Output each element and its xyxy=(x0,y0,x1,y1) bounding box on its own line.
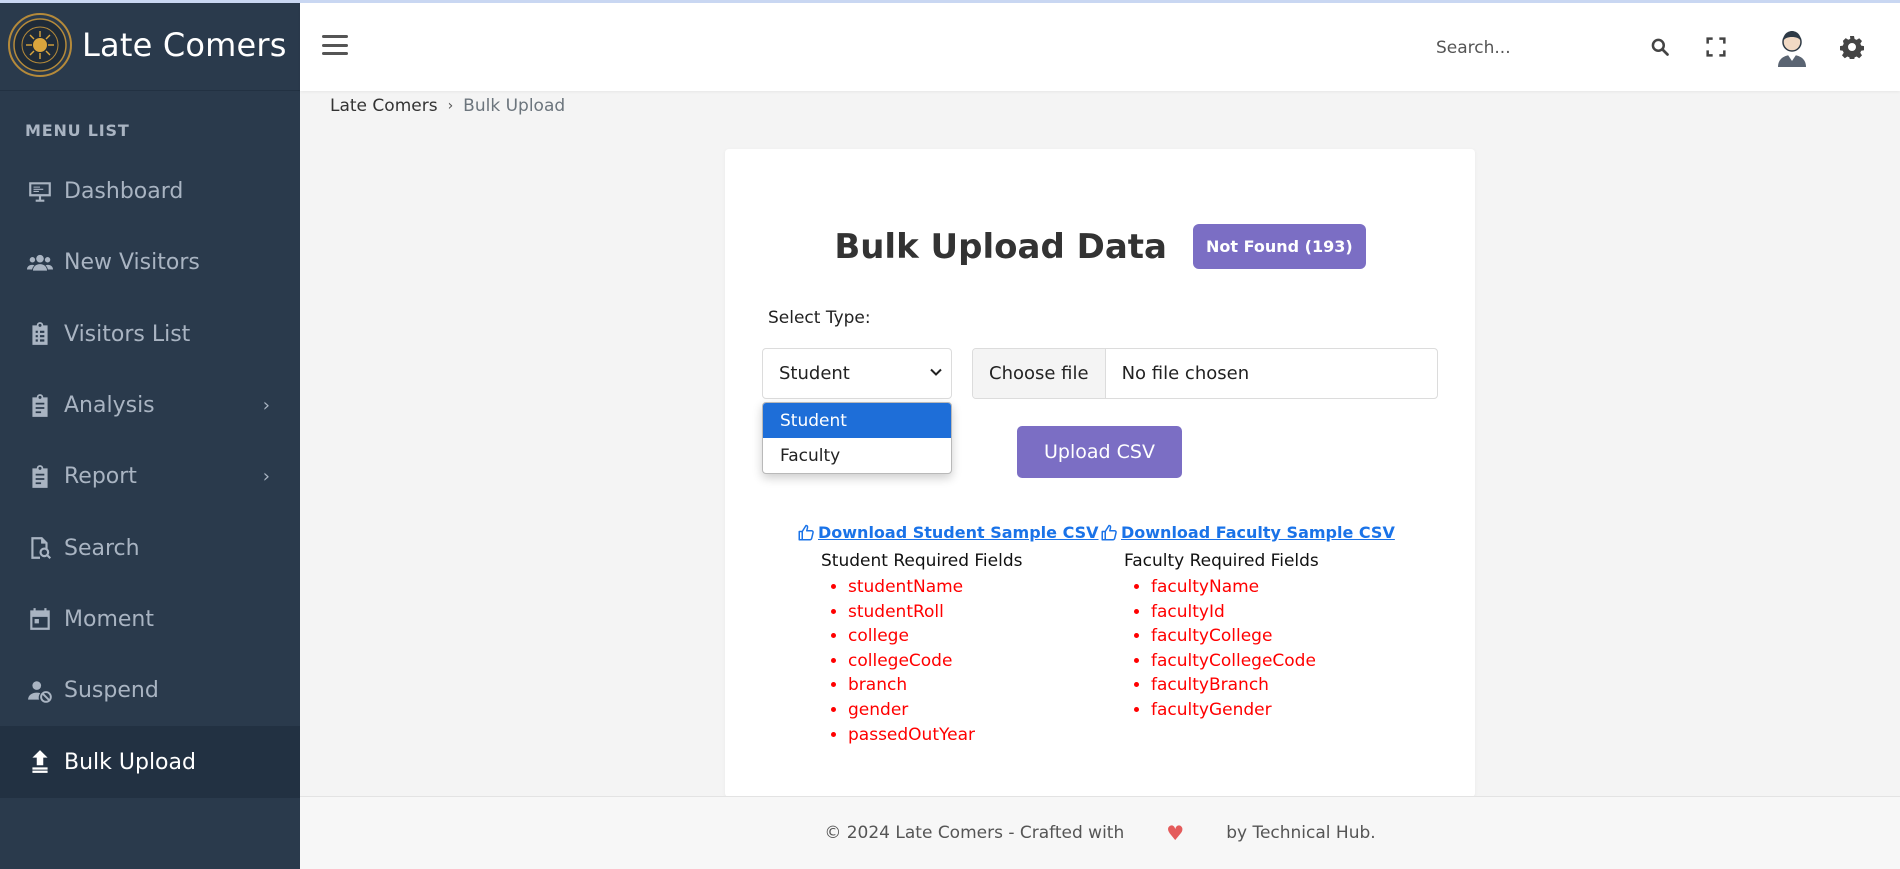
breadcrumb-root[interactable]: Late Comers xyxy=(330,96,438,116)
brand-name: Late Comers xyxy=(82,26,287,64)
user-slash-icon xyxy=(25,676,55,706)
sidebar-item-label: Moment xyxy=(64,606,154,632)
user-avatar[interactable] xyxy=(1772,27,1812,67)
heart-icon: ♥ xyxy=(1166,821,1185,845)
chevron-right-icon: › xyxy=(262,466,270,488)
download-faculty-sample-text: Download Faculty Sample CSV xyxy=(1121,523,1395,542)
sidebar-item-label: Visitors List xyxy=(64,321,191,347)
faculty-required-list: facultyName facultyId facultyCollege fac… xyxy=(1151,575,1395,723)
list-item: gender xyxy=(848,698,1099,723)
upload-csv-button[interactable]: Upload CSV xyxy=(1017,426,1182,478)
clipboard-icon xyxy=(25,462,55,492)
list-item: studentName xyxy=(848,575,1099,600)
page-title: Bulk Upload Data xyxy=(834,226,1167,267)
menu-list-label: MENU LIST xyxy=(25,121,130,140)
sidebar-item-moment[interactable]: Moment xyxy=(0,584,300,655)
list-item: branch xyxy=(848,673,1099,698)
file-input[interactable]: Choose file No file chosen xyxy=(972,348,1438,399)
hamburger-menu-icon[interactable] xyxy=(322,35,348,55)
list-item: facultyGender xyxy=(1151,698,1395,723)
chevron-right-icon: › xyxy=(262,395,270,417)
list-item: college xyxy=(848,624,1099,649)
list-item: facultyCollege xyxy=(1151,624,1395,649)
dropdown-option-student[interactable]: Student xyxy=(763,403,951,438)
top-header xyxy=(300,3,1900,91)
search-input[interactable] xyxy=(1420,38,1640,58)
sidebar-menu: Dashboard New Visitors Visitors List Ana… xyxy=(0,156,300,798)
download-student-sample-link[interactable]: Download Student Sample CSV xyxy=(797,523,1099,542)
bulk-upload-card: Bulk Upload Data Not Found (193) Select … xyxy=(725,149,1475,797)
sidebar-item-label: Suspend xyxy=(64,678,159,704)
footer-copyright: © 2024 Late Comers - Crafted with xyxy=(824,823,1125,843)
list-item: collegeCode xyxy=(848,649,1099,674)
student-required-list: studentName studentRoll college collegeC… xyxy=(848,575,1099,747)
breadcrumb: Late Comers › Bulk Upload xyxy=(330,96,565,116)
gear-icon[interactable] xyxy=(1840,35,1864,59)
type-dropdown-list: Student Faculty xyxy=(762,402,952,474)
thumbs-up-icon xyxy=(1101,524,1117,540)
student-sample-section: Download Student Sample CSV Student Requ… xyxy=(797,523,1099,747)
title-row: Bulk Upload Data Not Found (193) xyxy=(725,224,1475,269)
calendar-icon xyxy=(25,604,55,634)
footer: © 2024 Late Comers - Crafted with ♥ by T… xyxy=(300,796,1900,869)
sidebar-item-search[interactable]: Search xyxy=(0,512,300,583)
top-accent-line xyxy=(0,0,1900,3)
choose-file-button[interactable]: Choose file xyxy=(973,349,1106,398)
list-item: studentRoll xyxy=(848,600,1099,625)
faculty-sample-section: Download Faculty Sample CSV Faculty Requ… xyxy=(1100,523,1395,723)
clipboard-list-icon xyxy=(25,319,55,349)
sidebar-item-label: Dashboard xyxy=(64,179,184,205)
users-icon xyxy=(25,248,55,278)
list-item: facultyName xyxy=(1151,575,1395,600)
sidebar-item-analysis[interactable]: Analysis › xyxy=(0,370,300,441)
list-item: facultyBranch xyxy=(1151,673,1395,698)
select-type-label: Select Type: xyxy=(768,308,871,328)
type-select-value: Student xyxy=(779,363,850,384)
sidebar-item-visitors-list[interactable]: Visitors List xyxy=(0,299,300,370)
list-item: facultyCollegeCode xyxy=(1151,649,1395,674)
search-icon[interactable] xyxy=(1650,37,1670,57)
list-item: facultyId xyxy=(1151,600,1395,625)
clipboard-icon xyxy=(25,391,55,421)
brand[interactable]: Late Comers xyxy=(0,0,300,91)
sidebar-item-label: Bulk Upload xyxy=(64,749,196,775)
footer-credit: by Technical Hub. xyxy=(1226,823,1376,843)
download-student-sample-text: Download Student Sample CSV xyxy=(818,523,1099,542)
sidebar-item-label: Report xyxy=(64,464,137,490)
sidebar-item-suspend[interactable]: Suspend xyxy=(0,655,300,726)
breadcrumb-current: Bulk Upload xyxy=(463,96,566,116)
sidebar-item-new-visitors[interactable]: New Visitors xyxy=(0,227,300,298)
sidebar-item-report[interactable]: Report › xyxy=(0,441,300,512)
not-found-badge[interactable]: Not Found (193) xyxy=(1192,224,1366,269)
sidebar-item-dashboard[interactable]: Dashboard xyxy=(0,156,300,227)
sidebar-item-label: Analysis xyxy=(64,393,155,419)
student-required-title: Student Required Fields xyxy=(821,551,1023,571)
type-select[interactable]: Student xyxy=(762,348,952,399)
search-file-icon xyxy=(25,533,55,563)
chevron-down-icon xyxy=(930,368,942,376)
sidebar-item-label: New Visitors xyxy=(64,250,200,276)
list-item: passedOutYear xyxy=(848,723,1099,748)
thumbs-up-icon xyxy=(798,524,814,540)
file-status: No file chosen xyxy=(1121,363,1250,384)
download-faculty-sample-link[interactable]: Download Faculty Sample CSV xyxy=(1100,523,1395,542)
fullscreen-icon[interactable] xyxy=(1706,37,1726,57)
sidebar: Late Comers MENU LIST Dashboard New Visi… xyxy=(0,0,300,869)
faculty-required-title: Faculty Required Fields xyxy=(1124,551,1319,571)
sidebar-item-label: Search xyxy=(64,535,140,561)
monitor-icon xyxy=(25,177,55,207)
chevron-right-icon: › xyxy=(447,98,454,114)
sidebar-item-bulk-upload[interactable]: Bulk Upload xyxy=(0,726,300,798)
dropdown-option-faculty[interactable]: Faculty xyxy=(763,438,951,473)
brand-logo-icon xyxy=(8,13,72,77)
upload-icon xyxy=(25,747,55,777)
